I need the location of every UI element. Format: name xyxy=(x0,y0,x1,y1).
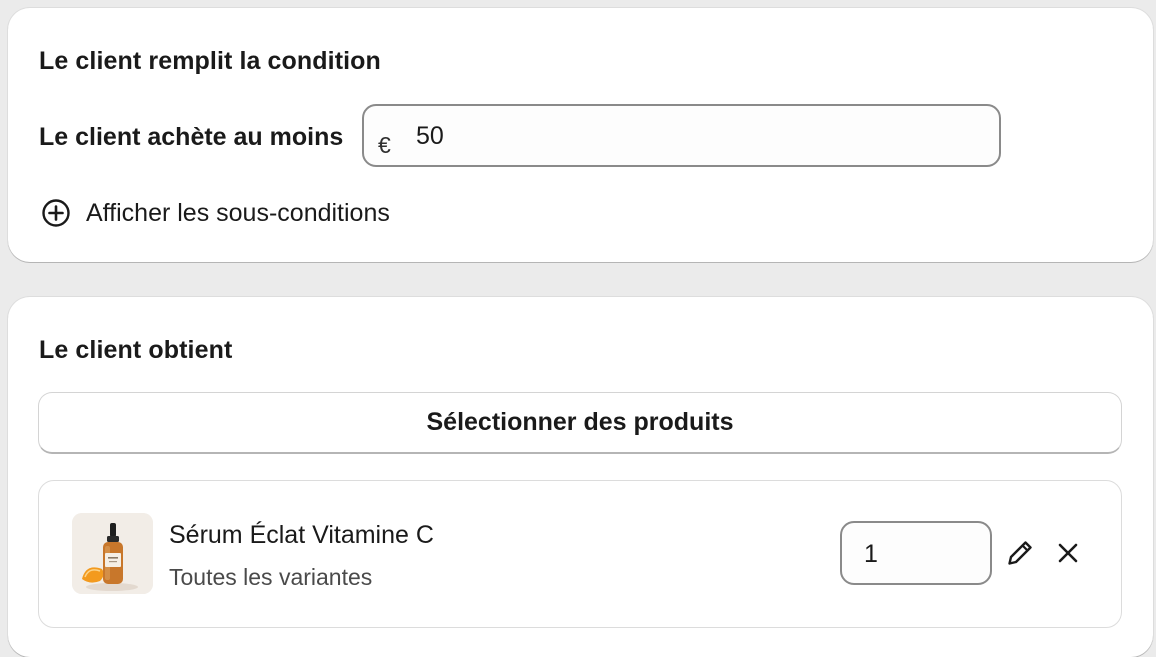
select-products-button[interactable]: Sélectionner des produits xyxy=(38,392,1122,454)
reward-card: Le client obtient Sélectionner des produ… xyxy=(8,297,1153,657)
condition-title: Le client remplit la condition xyxy=(39,47,381,75)
min-amount-value: 50 xyxy=(416,122,444,150)
min-amount-input[interactable]: € 50 xyxy=(362,104,1001,167)
quantity-value: 1 xyxy=(864,540,878,568)
reward-title: Le client obtient xyxy=(39,336,233,364)
close-icon[interactable] xyxy=(1056,541,1080,565)
serum-bottle-image xyxy=(72,513,153,594)
currency-symbol: € xyxy=(378,132,391,158)
condition-card: Le client remplit la condition Le client… xyxy=(8,8,1153,262)
show-subconditions-button[interactable]: Afficher les sous-conditions xyxy=(41,198,390,228)
plus-circle-icon xyxy=(42,199,70,227)
product-variants: Toutes les variantes xyxy=(169,564,373,590)
pencil-icon[interactable] xyxy=(1005,538,1035,568)
quantity-input[interactable]: 1 xyxy=(840,521,992,585)
product-row: Sérum Éclat Vitamine C Toutes les varian… xyxy=(38,480,1122,628)
show-subconditions-label: Afficher les sous-conditions xyxy=(86,198,390,227)
product-name: Sérum Éclat Vitamine C xyxy=(169,521,434,549)
min-purchase-label: Le client achète au moins xyxy=(39,123,344,151)
product-thumbnail xyxy=(72,513,153,594)
